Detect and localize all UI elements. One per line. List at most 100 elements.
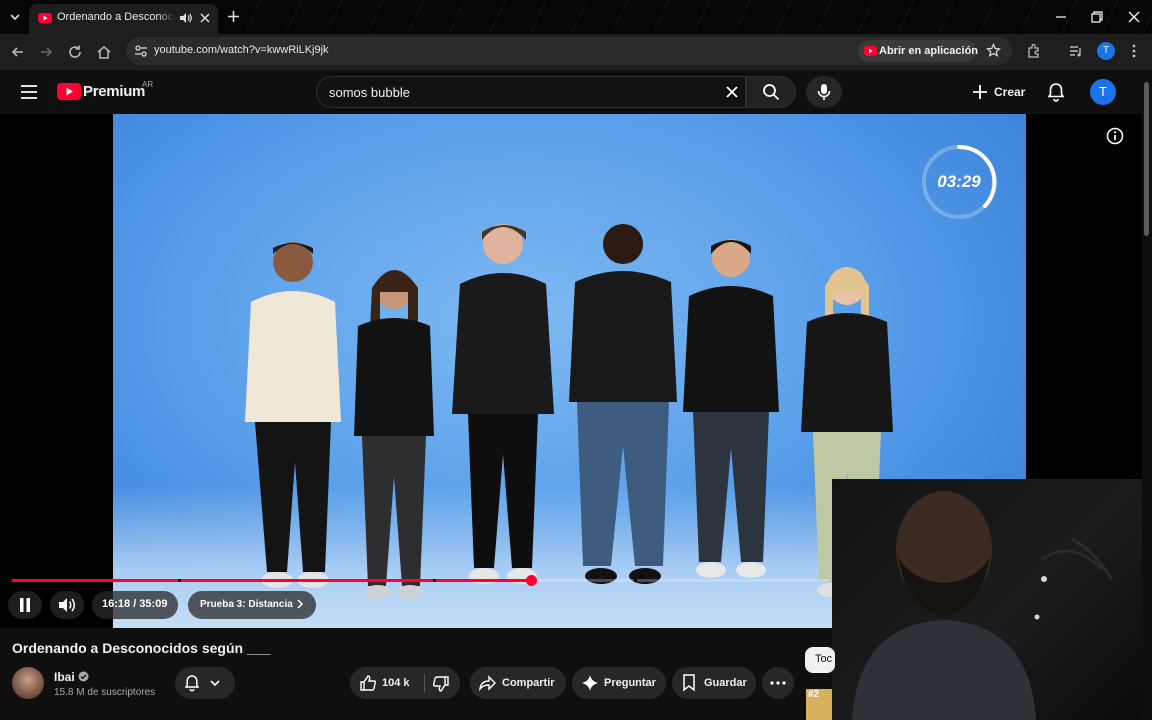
mic-icon <box>817 84 831 100</box>
more-icon <box>1132 44 1136 58</box>
region-code: AR <box>142 80 154 89</box>
minimize-button[interactable] <box>1050 6 1072 28</box>
tab-search-button[interactable] <box>8 10 22 24</box>
forward-icon <box>41 47 53 57</box>
close-icon[interactable] <box>199 12 211 24</box>
youtube-header: Premium AR somos bubble Crear T <box>0 70 1152 114</box>
thumbnail-badge: #2 <box>808 689 820 700</box>
chapter-divider <box>634 579 637 582</box>
channel-name[interactable]: Ibai <box>54 670 75 684</box>
search-input[interactable]: somos bubble <box>316 76 746 108</box>
notifications-button[interactable] <box>1047 82 1065 102</box>
page-scrollbar[interactable] <box>1142 70 1152 720</box>
streamer-silhouette <box>852 491 1114 720</box>
share-icon <box>479 675 496 691</box>
chevron-right-icon <box>296 599 304 609</box>
youtube-logo-icon <box>57 83 81 100</box>
progress-bar[interactable] <box>12 575 830 586</box>
create-label: Crear <box>994 85 1026 99</box>
reload-button[interactable] <box>67 44 83 60</box>
open-in-app-button[interactable]: Abrir en aplicación <box>858 40 979 62</box>
video-title: Ordenando a Desconocidos según ___ <box>12 640 271 656</box>
share-button[interactable]: Compartir <box>470 667 566 699</box>
speaker-icon[interactable] <box>179 12 192 24</box>
search-query: somos bubble <box>329 85 410 100</box>
chevron-down-icon <box>10 14 20 21</box>
filter-chip[interactable]: Toc <box>805 647 835 673</box>
volume-icon <box>59 598 75 612</box>
related-video-thumbnail[interactable]: #2 <box>806 689 832 720</box>
bell-icon <box>1047 83 1065 102</box>
pause-icon <box>20 598 30 612</box>
restore-icon <box>1091 11 1103 23</box>
bookmark-star-button[interactable] <box>986 43 1001 58</box>
more-icon <box>770 681 786 685</box>
extensions-button[interactable] <box>1026 43 1042 59</box>
webcam-overlay <box>832 479 1152 720</box>
browser-menu-button[interactable] <box>1130 43 1138 59</box>
search-icon <box>763 84 780 101</box>
save-label: Guardar <box>704 677 747 689</box>
chapter-label: Prueba 3: Distancia <box>200 599 293 610</box>
youtube-premium-logo[interactable]: Premium AR <box>57 80 157 106</box>
ask-button[interactable]: Preguntar <box>572 667 666 699</box>
browser-tab-active[interactable]: Ordenando a Desconocidos según ___ <box>29 4 218 34</box>
dislike-button[interactable] <box>426 667 460 699</box>
share-label: Compartir <box>502 677 555 689</box>
scrollbar-thumb[interactable] <box>1144 82 1149 236</box>
time-display: 16:18 / 35:09 <box>102 598 168 610</box>
clear-search-button[interactable] <box>725 85 739 99</box>
create-button[interactable]: Crear <box>966 76 1030 108</box>
plus-icon <box>228 11 239 22</box>
person-1 <box>245 242 341 588</box>
subscription-bell-button[interactable] <box>175 667 235 699</box>
like-button[interactable]: 104 k <box>350 667 422 699</box>
forward-button[interactable] <box>38 44 54 60</box>
clear-icon <box>726 86 738 98</box>
address-bar[interactable]: youtube.com/watch?v=kwwRiLKj9jk Abrir en… <box>126 37 1012 65</box>
window-close-button[interactable] <box>1123 6 1145 28</box>
browser-tab-strip: Ordenando a Desconocidos según ___ <box>0 0 1152 34</box>
volume-button[interactable] <box>50 591 84 619</box>
logo-text: Premium <box>83 83 146 100</box>
new-tab-button[interactable] <box>227 10 240 23</box>
user-avatar[interactable]: T <box>1090 79 1116 105</box>
restore-button[interactable] <box>1086 6 1108 28</box>
timer-text: 03:29 <box>937 172 981 191</box>
back-button[interactable] <box>10 44 26 60</box>
progress-scrubber[interactable] <box>525 575 537 586</box>
progress-played <box>12 579 531 582</box>
channel-avatar[interactable] <box>12 667 44 699</box>
browser-profile-avatar[interactable]: T <box>1097 42 1115 60</box>
tabstrip-background <box>240 0 1152 34</box>
info-icon <box>1106 127 1124 145</box>
like-divider <box>424 674 425 692</box>
search-button[interactable] <box>746 76 796 108</box>
home-button[interactable] <box>96 44 112 60</box>
sparkle-icon <box>582 675 598 691</box>
media-icon <box>1070 46 1081 57</box>
chapter-divider <box>178 579 181 582</box>
back-icon <box>11 47 23 57</box>
media-controls-button[interactable] <box>1068 43 1084 59</box>
star-icon <box>986 43 1001 58</box>
home-icon <box>97 46 111 59</box>
more-actions-button[interactable] <box>762 667 794 699</box>
dislike-icon <box>432 676 449 692</box>
site-info-icon[interactable] <box>134 44 148 58</box>
url-text: youtube.com/watch?v=kwwRiLKj9jk <box>154 44 329 56</box>
person-5 <box>683 239 779 578</box>
save-button[interactable]: Guardar <box>672 667 756 699</box>
verified-icon <box>78 671 89 682</box>
person-3 <box>452 224 554 584</box>
plus-icon <box>973 85 987 99</box>
voice-search-button[interactable] <box>806 76 842 108</box>
subscriber-count: 15.8 M de suscriptores <box>54 687 156 698</box>
guide-menu-button[interactable] <box>20 84 38 100</box>
open-in-app-label: Abrir en aplicación <box>879 45 979 57</box>
video-info-button[interactable] <box>1106 127 1124 145</box>
menu-icon <box>21 85 37 99</box>
like-icon <box>360 675 377 691</box>
minimize-icon <box>1056 16 1066 18</box>
pause-button[interactable] <box>8 591 42 619</box>
